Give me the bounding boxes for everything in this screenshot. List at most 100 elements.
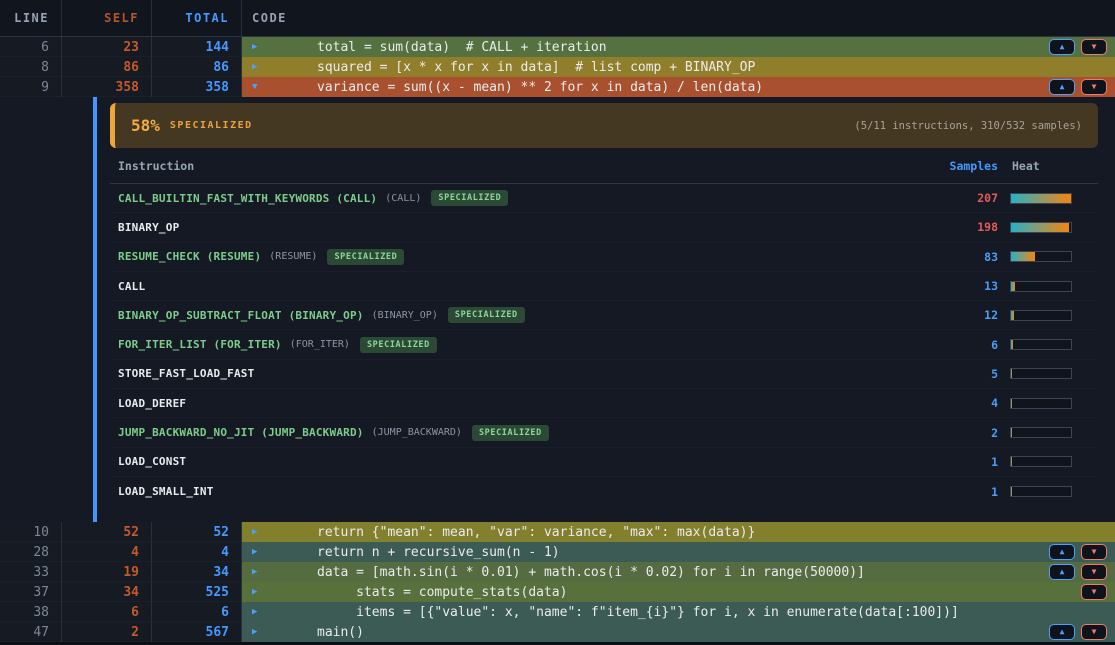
source-code: return {"mean": mean, "var": variance, "… xyxy=(317,525,755,540)
heat-bar-fill xyxy=(1011,252,1035,261)
code-line-row-38: 38 6 6 ▶ items = [{"value": x, "name": f… xyxy=(0,602,1115,622)
total-samples: 34 xyxy=(152,562,242,582)
expand-icon[interactable]: ▶ xyxy=(252,607,264,617)
code-cell[interactable]: ▶ total = sum(data) # CALL + iteration ▲… xyxy=(242,37,1115,57)
instruction-row: JUMP_BACKWARD_NO_JIT (JUMP_BACKWARD) (JU… xyxy=(110,418,1098,447)
total-samples: 52 xyxy=(152,522,242,542)
base-instruction: (JUMP_BACKWARD) xyxy=(372,427,462,438)
specialized-badge: SPECIALIZED xyxy=(448,307,525,323)
instruction-name: LOAD_CONST xyxy=(118,455,186,468)
code-cell[interactable]: ▶ return n + recursive_sum(n - 1) ▲ ▼ xyxy=(242,542,1115,562)
instruction-name: FOR_ITER_LIST (FOR_ITER) xyxy=(118,338,282,351)
code-cell[interactable]: ▶ items = [{"value": x, "name": f"item_{… xyxy=(242,602,1115,622)
source-code: main() xyxy=(317,625,364,640)
specialized-badge: SPECIALIZED xyxy=(360,337,437,353)
next-hot-line-button[interactable]: ▼ xyxy=(1081,564,1107,580)
expand-icon[interactable]: ▶ xyxy=(252,42,264,52)
instruction-column-header: Instruction xyxy=(118,159,878,173)
specialized-badge: SPECIALIZED xyxy=(327,249,404,265)
code-line-row-10: 10 52 52 ▶ return {"mean": mean, "var": … xyxy=(0,522,1115,542)
samples-count: 1 xyxy=(878,455,998,469)
prev-hot-line-button[interactable]: ▲ xyxy=(1049,564,1075,580)
self-samples: 23 xyxy=(62,37,152,57)
total-samples: 358 xyxy=(152,77,242,97)
down-arrow-icon: ▼ xyxy=(1092,568,1097,576)
next-hot-line-button[interactable]: ▼ xyxy=(1081,79,1107,95)
expand-icon[interactable]: ▶ xyxy=(252,62,264,72)
expand-icon[interactable]: ▶ xyxy=(252,547,264,557)
samples-count: 6 xyxy=(878,338,998,352)
heat-bar xyxy=(1010,251,1098,262)
specialized-label: SPECIALIZED xyxy=(170,120,253,131)
samples-count: 1 xyxy=(878,485,998,499)
instruction-name: CALL xyxy=(118,280,145,293)
line-number: 47 xyxy=(0,622,62,642)
up-arrow-icon: ▲ xyxy=(1060,628,1065,636)
samples-count: 83 xyxy=(878,250,998,264)
instruction-name: LOAD_DEREF xyxy=(118,397,186,410)
samples-count: 13 xyxy=(878,279,998,293)
up-arrow-icon: ▲ xyxy=(1060,83,1065,91)
instruction-row: BINARY_OP_SUBTRACT_FLOAT (BINARY_OP) (BI… xyxy=(110,301,1098,330)
instruction-row: CALL_BUILTIN_FAST_WITH_KEYWORDS (CALL) (… xyxy=(110,184,1098,213)
total-samples: 4 xyxy=(152,542,242,562)
self-samples: 6 xyxy=(62,602,152,622)
self-samples: 358 xyxy=(62,77,152,97)
source-code: variance = sum((x - mean) ** 2 for x in … xyxy=(317,80,763,95)
line-number: 6 xyxy=(0,37,62,57)
source-code: data = [math.sin(i * 0.01) + math.cos(i … xyxy=(317,565,865,580)
code-cell[interactable]: ▶ squared = [x * x for x in data] # list… xyxy=(242,57,1115,77)
expand-icon[interactable]: ▶ xyxy=(252,567,264,577)
profiler-app: LINE SELF TOTAL CODE 6 23 144 ▶ total = … xyxy=(0,0,1115,645)
line-number: 9 xyxy=(0,77,62,97)
heat-bar xyxy=(1010,368,1098,379)
line-number: 28 xyxy=(0,542,62,562)
source-code: total = sum(data) # CALL + iteration xyxy=(317,40,607,55)
source-code: items = [{"value": x, "name": f"item_{i}… xyxy=(317,605,959,620)
base-instruction: (CALL) xyxy=(385,193,421,204)
instruction-row: FOR_ITER_LIST (FOR_ITER) (FOR_ITER) SPEC… xyxy=(110,330,1098,359)
instruction-name: LOAD_SMALL_INT xyxy=(118,485,214,498)
code-line-row-28: 28 4 4 ▶ return n + recursive_sum(n - 1)… xyxy=(0,542,1115,562)
collapse-icon[interactable]: ▼ xyxy=(252,82,264,92)
row-nav-buttons: ▲ ▼ xyxy=(1049,564,1107,580)
prev-hot-line-button[interactable]: ▲ xyxy=(1049,624,1075,640)
down-arrow-icon: ▼ xyxy=(1092,548,1097,556)
heat-column-header: Heat xyxy=(1010,159,1098,173)
instruction-row: BINARY_OP 198 xyxy=(110,213,1098,242)
code-cell[interactable]: ▼ variance = sum((x - mean) ** 2 for x i… xyxy=(242,77,1115,97)
up-arrow-icon: ▲ xyxy=(1060,43,1065,51)
prev-hot-line-button[interactable]: ▲ xyxy=(1049,79,1075,95)
specialization-summary: 58% SPECIALIZED (5/11 instructions, 310/… xyxy=(110,103,1098,148)
code-cell[interactable]: ▶ stats = compute_stats(data) ▼ xyxy=(242,582,1115,602)
code-cell[interactable]: ▶ data = [math.sin(i * 0.01) + math.cos(… xyxy=(242,562,1115,582)
expand-icon[interactable]: ▶ xyxy=(252,587,264,597)
heat-bar xyxy=(1010,193,1098,204)
heat-bar-fill xyxy=(1011,369,1012,378)
heat-bar-fill xyxy=(1011,194,1071,203)
heat-bar-fill xyxy=(1011,223,1069,232)
source-code: squared = [x * x for x in data] # list c… xyxy=(317,60,755,75)
next-hot-line-button[interactable]: ▼ xyxy=(1081,544,1107,560)
next-hot-line-button[interactable]: ▼ xyxy=(1081,39,1107,55)
instruction-name: CALL_BUILTIN_FAST_WITH_KEYWORDS (CALL) xyxy=(118,192,377,205)
code-cell[interactable]: ▶ return {"mean": mean, "var": variance,… xyxy=(242,522,1115,542)
instruction-name: STORE_FAST_LOAD_FAST xyxy=(118,367,254,380)
row-nav-buttons: ▲ ▼ xyxy=(1049,79,1107,95)
self-samples: 34 xyxy=(62,582,152,602)
instruction-table-header: Instruction Samples Heat xyxy=(110,148,1098,184)
expand-icon[interactable]: ▶ xyxy=(252,527,264,537)
prev-hot-line-button[interactable]: ▲ xyxy=(1049,39,1075,55)
total-samples: 525 xyxy=(152,582,242,602)
expand-icon[interactable]: ▶ xyxy=(252,627,264,637)
instruction-row: CALL 13 xyxy=(110,272,1098,301)
instruction-name: RESUME_CHECK (RESUME) xyxy=(118,250,261,263)
code-cell[interactable]: ▶ main() ▲ ▼ xyxy=(242,622,1115,642)
next-hot-line-button[interactable]: ▼ xyxy=(1081,584,1107,600)
heat-bar-fill xyxy=(1011,282,1015,291)
summary-meta: (5/11 instructions, 310/532 samples) xyxy=(854,120,1082,132)
line-number: 37 xyxy=(0,582,62,602)
column-header-self: SELF xyxy=(62,0,152,36)
prev-hot-line-button[interactable]: ▲ xyxy=(1049,544,1075,560)
next-hot-line-button[interactable]: ▼ xyxy=(1081,624,1107,640)
